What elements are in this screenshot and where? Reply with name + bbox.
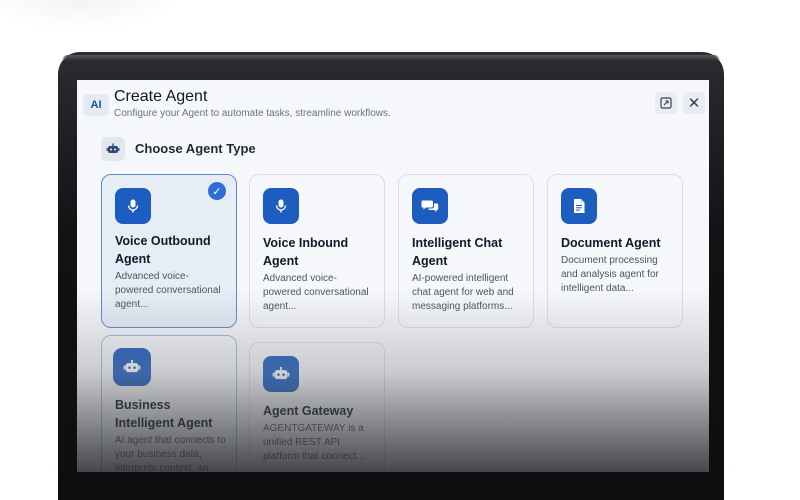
- card-description: Advanced voice-powered conversational ag…: [263, 273, 369, 312]
- chat-bubbles-icon: [412, 188, 448, 224]
- robot-icon: [113, 348, 151, 386]
- laptop-bezel-highlight: [62, 55, 720, 61]
- create-agent-dialog: AI Create Agent Configure your Agent to …: [77, 80, 709, 472]
- card-title: Voice Outbound Agent: [115, 234, 211, 266]
- agent-card-intelligent-chat[interactable]: Intelligent Chat Agent AI-powered intell…: [398, 174, 534, 328]
- dialog-title: Create Agent: [114, 88, 208, 105]
- card-title: Business Intelligent Agent: [115, 398, 213, 430]
- card-description: AI agent that connects to your business …: [115, 435, 226, 472]
- agent-card-business-intelligent[interactable]: Business Intelligent Agent AI agent that…: [101, 335, 237, 472]
- expand-icon: [660, 97, 672, 109]
- card-title: Voice Inbound Agent: [263, 236, 349, 268]
- agent-card-voice-outbound[interactable]: ✓ Voice Outbound Agent Advanced voice-po…: [101, 174, 237, 328]
- robot-icon: [101, 137, 125, 161]
- selected-check-icon: ✓: [208, 182, 226, 200]
- card-title: Document Agent: [561, 236, 661, 250]
- microphone-icon: [263, 188, 299, 224]
- ai-badge: AI: [83, 94, 109, 116]
- dialog-subtitle: Configure your Agent to automate tasks, …: [114, 108, 391, 119]
- expand-button[interactable]: [655, 92, 677, 114]
- card-title: Agent Gateway: [263, 404, 354, 418]
- robot-icon: [263, 356, 299, 392]
- agent-card-document[interactable]: Document Agent Document processing and a…: [547, 174, 683, 328]
- close-icon: ✕: [687, 95, 701, 112]
- agent-card-voice-inbound[interactable]: Voice Inbound Agent Advanced voice-power…: [249, 174, 385, 328]
- card-description: Advanced voice-powered conversational ag…: [115, 271, 221, 310]
- card-description: AI-powered intelligent chat agent for we…: [412, 273, 514, 312]
- microphone-icon: [115, 188, 151, 224]
- agent-card-agent-gateway[interactable]: Agent Gateway AGENTGATEWAY is a unified …: [249, 342, 385, 472]
- card-title: Intelligent Chat Agent: [412, 236, 503, 268]
- document-icon: [561, 188, 597, 224]
- close-button[interactable]: ✕: [683, 92, 705, 114]
- card-description: AGENTGATEWAY is a unified REST API platf…: [263, 423, 365, 462]
- card-description: Document processing and analysis agent f…: [561, 255, 659, 294]
- background-glow: [0, 0, 180, 30]
- section-title: Choose Agent Type: [135, 141, 256, 156]
